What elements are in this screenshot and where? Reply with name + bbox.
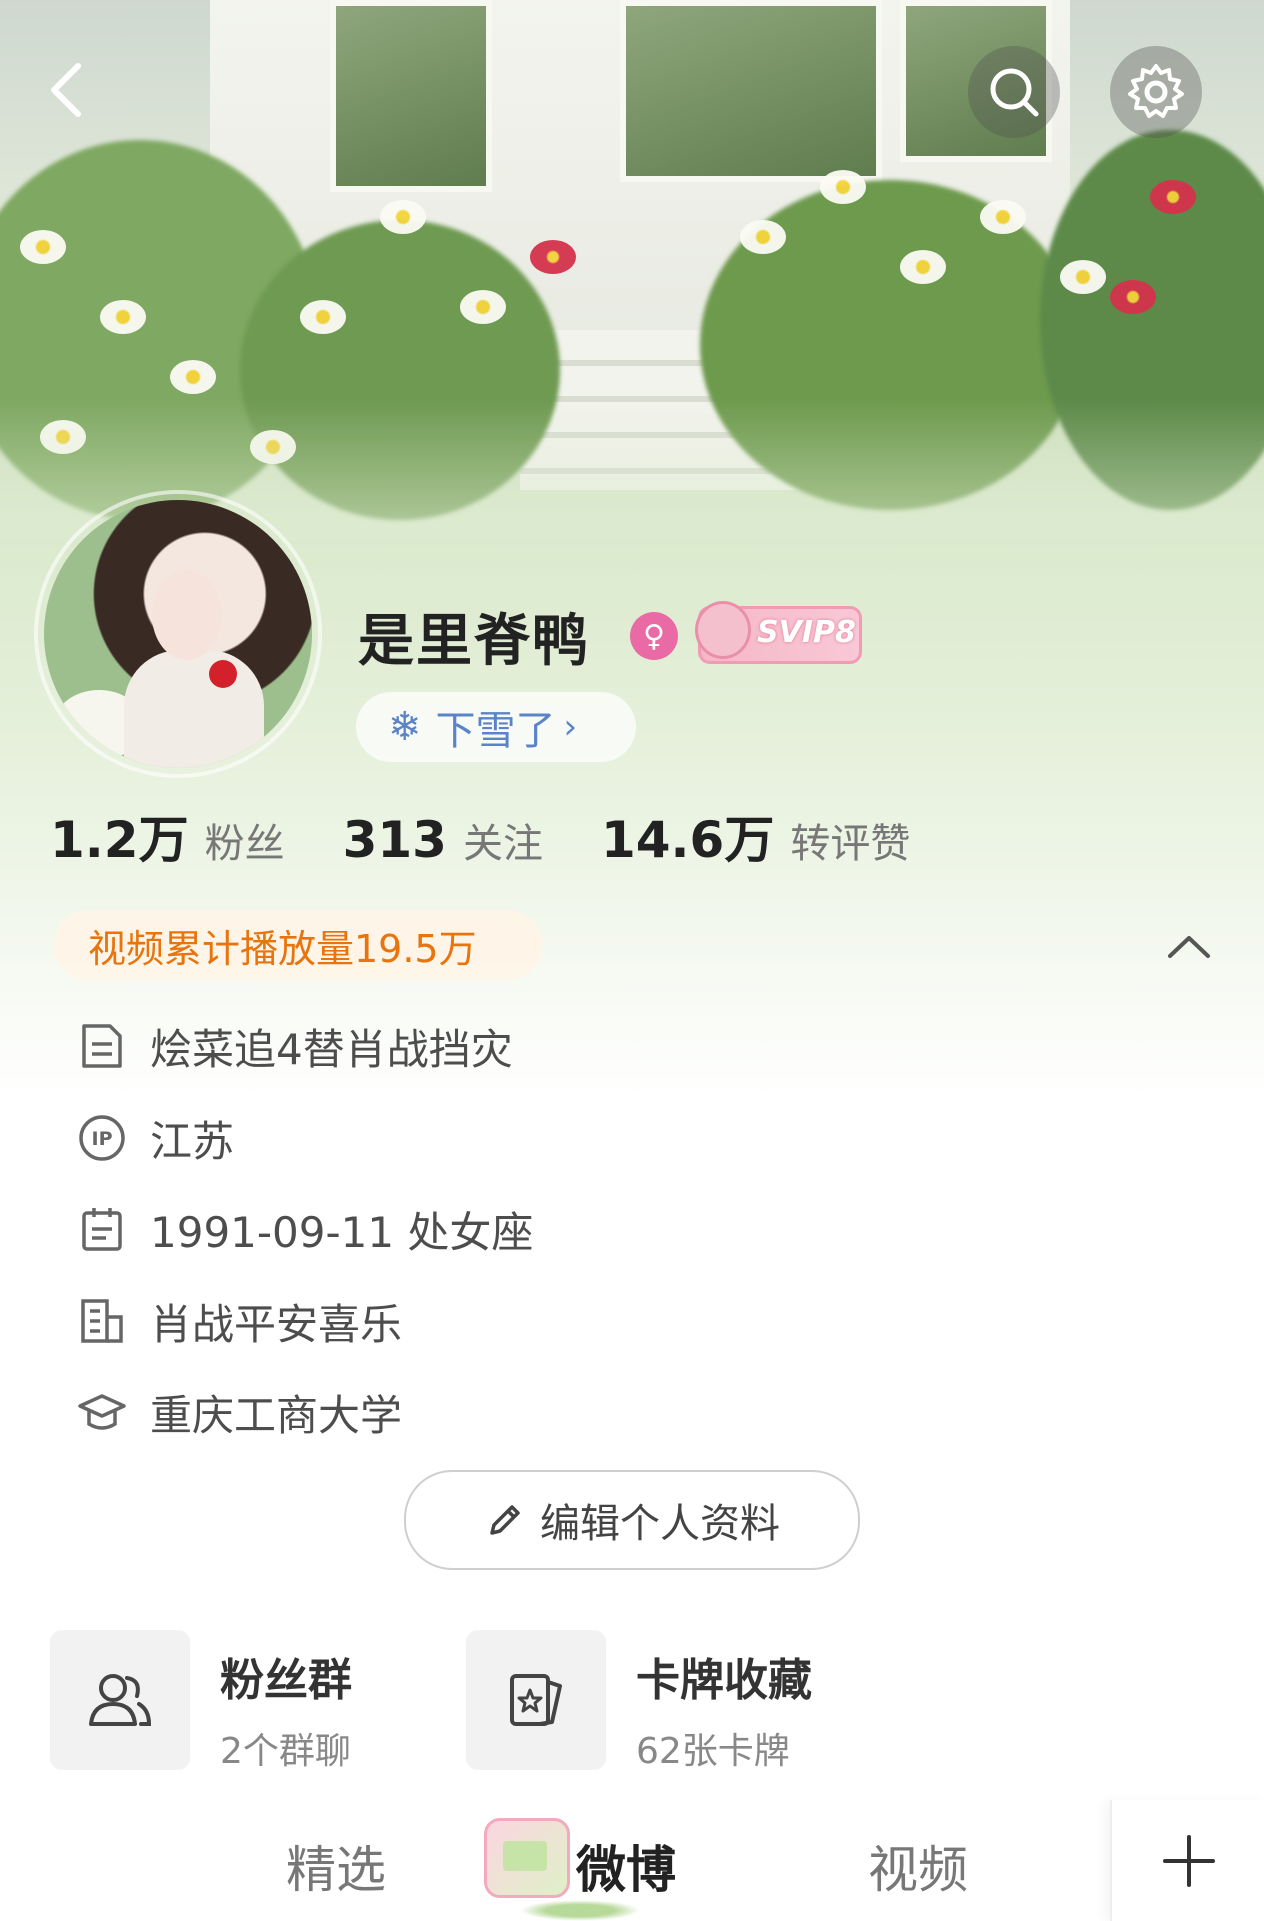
edit-profile-label: 编辑个人资料 bbox=[540, 1501, 780, 1547]
stat-following[interactable]: 313 关注 bbox=[343, 811, 543, 869]
pencil-icon bbox=[490, 1505, 520, 1535]
snowflake-icon: ❄ bbox=[388, 704, 422, 750]
cover-flower bbox=[170, 360, 216, 394]
card-subtitle: 2个群聊 bbox=[220, 1731, 351, 1772]
plus-icon bbox=[1163, 1834, 1215, 1887]
avatar-face bbox=[152, 570, 222, 660]
card-collection-card[interactable]: 卡牌收藏 62张卡牌 bbox=[466, 1630, 812, 1772]
cover-flower bbox=[900, 250, 946, 284]
fan-group-meta: 粉丝群 2个群聊 bbox=[220, 1630, 352, 1772]
stat-label: 关注 bbox=[462, 821, 543, 867]
cover-flower bbox=[1150, 180, 1196, 214]
cover-flower bbox=[20, 230, 66, 264]
tab-video[interactable]: 视频 bbox=[868, 1830, 968, 1902]
stat-label: 转评赞 bbox=[790, 821, 911, 867]
chevron-up-icon[interactable] bbox=[1162, 920, 1216, 974]
settings-button[interactable] bbox=[1110, 46, 1202, 138]
graduation-cap-icon bbox=[78, 1388, 126, 1436]
card-icon bbox=[510, 1674, 562, 1726]
cover-flower bbox=[380, 200, 426, 234]
pig-icon bbox=[695, 601, 751, 659]
search-button[interactable] bbox=[968, 46, 1060, 138]
info-row-bio: 烩菜追4替肖战挡灾 bbox=[78, 1016, 513, 1076]
birthday-text: 1991-09-11 处女座 bbox=[150, 1207, 534, 1257]
cover-window bbox=[330, 0, 492, 192]
group-icon-box bbox=[50, 1630, 190, 1770]
stat-interactions[interactable]: 14.6万 转评赞 bbox=[601, 800, 910, 872]
weather-status-chip[interactable]: ❄ 下雪了 › bbox=[356, 692, 636, 762]
vip-badge-label: SVIP8 bbox=[757, 615, 856, 650]
ip-location: 江苏 bbox=[150, 1116, 235, 1166]
school-text: 重庆工商大学 bbox=[150, 1390, 403, 1440]
tab-featured[interactable]: 精选 bbox=[286, 1830, 386, 1902]
video-plays-badge[interactable]: 视频累计播放量19.5万 bbox=[54, 910, 542, 980]
info-row-ip: IP 江苏 bbox=[78, 1108, 234, 1168]
bio-text: 烩菜追4替肖战挡灾 bbox=[150, 1024, 513, 1074]
cover-flower bbox=[1060, 260, 1106, 294]
stat-label: 粉丝 bbox=[204, 821, 285, 867]
group-icon bbox=[89, 1674, 152, 1726]
info-row-birthday: 1991-09-11 处女座 bbox=[78, 1199, 533, 1259]
edit-profile-button[interactable]: 编辑个人资料 bbox=[404, 1470, 860, 1570]
company-text: 肖战平安喜乐 bbox=[150, 1299, 403, 1349]
cover-window bbox=[620, 0, 882, 182]
gear-icon bbox=[1128, 64, 1184, 118]
ip-icon: IP bbox=[78, 1114, 126, 1162]
avatar[interactable] bbox=[44, 500, 312, 768]
stat-value: 14.6万 bbox=[600, 811, 775, 869]
card-title: 粉丝群 bbox=[220, 1655, 352, 1706]
cover-flower bbox=[820, 170, 866, 204]
stat-value: 1.2万 bbox=[50, 811, 189, 869]
tab-weibo[interactable]: 微博 bbox=[576, 1830, 676, 1902]
stat-followers[interactable]: 1.2万 粉丝 bbox=[50, 800, 285, 872]
card-subtitle: 62张卡牌 bbox=[636, 1731, 790, 1772]
chevron-right-icon: › bbox=[563, 707, 578, 747]
profile-username: 是里脊鸭 bbox=[358, 609, 590, 674]
add-tab-button[interactable] bbox=[1110, 1800, 1264, 1921]
cover-flower bbox=[100, 300, 146, 334]
back-button[interactable] bbox=[40, 60, 100, 120]
avatar-body bbox=[124, 650, 264, 768]
vip-badge[interactable]: SVIP8 bbox=[695, 601, 862, 664]
fan-group-card[interactable]: 粉丝群 2个群聊 bbox=[50, 1630, 352, 1772]
svg-text:IP: IP bbox=[92, 1128, 113, 1150]
video-plays-label: 视频累计播放量19.5万 bbox=[88, 926, 477, 971]
female-icon: ♀ bbox=[630, 612, 678, 660]
card-collection-meta: 卡牌收藏 62张卡牌 bbox=[636, 1630, 812, 1772]
cover-flower bbox=[1110, 280, 1156, 314]
card-title: 卡牌收藏 bbox=[636, 1655, 812, 1706]
calendar-icon bbox=[78, 1205, 126, 1253]
cover-flower bbox=[740, 220, 786, 254]
document-icon bbox=[78, 1022, 126, 1070]
building-icon bbox=[78, 1297, 126, 1345]
cover-flower bbox=[530, 240, 576, 274]
cover-flower bbox=[300, 300, 346, 334]
info-row-company: 肖战平安喜乐 bbox=[78, 1291, 402, 1351]
active-tab-indicator bbox=[520, 1900, 640, 1921]
info-row-school: 重庆工商大学 bbox=[78, 1382, 402, 1442]
weather-status-label: 下雪了 bbox=[435, 708, 556, 754]
cover-flower bbox=[980, 200, 1026, 234]
search-icon bbox=[990, 68, 1039, 117]
profile-stats: 1.2万 粉丝 313 关注 14.6万 转评赞 bbox=[50, 800, 968, 870]
card-icon-box bbox=[466, 1630, 606, 1770]
chevron-left-icon bbox=[51, 63, 81, 117]
book-icon bbox=[484, 1818, 570, 1898]
cover-flower bbox=[460, 290, 506, 324]
avatar-apple bbox=[209, 660, 237, 688]
stat-value: 313 bbox=[342, 811, 447, 869]
